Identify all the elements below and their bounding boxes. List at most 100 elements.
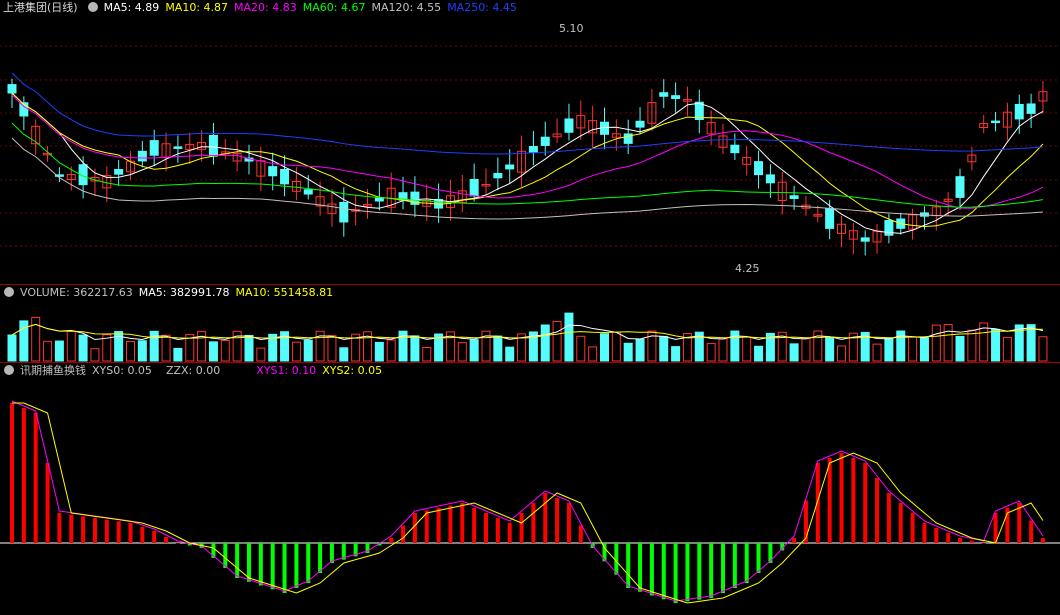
volume-bar (54, 340, 64, 362)
volume-bar (540, 324, 550, 362)
down-candle (469, 178, 479, 197)
volume-bar (825, 336, 835, 362)
positive-bar (164, 537, 169, 543)
vol-ma10-label: MA10: 551458.81 (235, 286, 334, 299)
down-candle (991, 120, 1001, 124)
indicator-panel[interactable]: 讯期捕鱼换钱 XYS0: 0.05 ZZX: 0.00 XYS1: 0.10 XYS2:… (0, 363, 1060, 615)
volume-bar (208, 341, 218, 362)
volume-bar (161, 334, 171, 362)
candlestick-chart[interactable]: 5.10 4.25 (0, 0, 1060, 285)
volume-bar (505, 346, 515, 362)
down-candle (789, 195, 799, 199)
positive-bar (401, 525, 406, 543)
negative-bar (318, 543, 323, 573)
positive-bar (495, 518, 500, 543)
positive-bar (21, 408, 26, 543)
indicator-title: 讯期捕鱼换钱 (20, 364, 86, 377)
ma60-line (11, 122, 1044, 208)
high-price-label: 5.10 (559, 22, 584, 35)
volume-bar (919, 337, 929, 362)
positive-bar (484, 513, 488, 543)
positive-bar (152, 531, 157, 543)
stock-title: 上港集团(日线) (3, 1, 78, 14)
negative-bar (721, 543, 725, 593)
down-candle (208, 134, 218, 157)
negative-bar (638, 543, 643, 592)
volume-bar (173, 347, 183, 362)
positive-bar (958, 538, 962, 543)
positive-bar (519, 513, 524, 543)
negative-bar (685, 543, 690, 602)
down-candle (303, 189, 313, 195)
down-candle (825, 207, 835, 229)
negative-bar (661, 543, 666, 600)
volume-bar (908, 336, 918, 362)
positive-bar (45, 463, 50, 543)
positive-bar (875, 478, 880, 543)
volume-bar (588, 346, 598, 362)
volume-bar (600, 333, 609, 362)
volume-bar (137, 340, 147, 362)
negative-bar (732, 543, 737, 588)
down-candle (114, 169, 124, 175)
volume-bar (43, 340, 53, 362)
negative-bar (744, 543, 749, 583)
volume-bar (1002, 336, 1012, 362)
down-candle (659, 92, 669, 97)
positive-bar (472, 508, 477, 543)
volume-settings-circle-icon[interactable] (4, 287, 14, 297)
positive-bar (10, 403, 14, 543)
volume-bar (469, 339, 479, 362)
positive-bar (128, 523, 133, 543)
positive-bar (175, 543, 180, 544)
positive-bar (460, 503, 465, 543)
volume-panel[interactable]: VOLUME: 362217.63 MA5: 382991.78 MA10: 551… (0, 285, 1060, 363)
volume-bar (493, 335, 503, 362)
positive-bar (389, 538, 394, 543)
down-candle (955, 176, 965, 198)
price-panel[interactable]: 上港集团(日线) MA5: 4.89 MA10: 4.87 MA20: 4.83 MA6… (0, 0, 1060, 285)
positive-bar (981, 543, 986, 544)
negative-bar (673, 543, 678, 603)
positive-bar (922, 523, 927, 543)
volume-bar (339, 347, 349, 362)
down-candle (730, 144, 740, 154)
ma120-label: MA120: 4.55 (371, 1, 442, 14)
positive-bar (1029, 520, 1034, 543)
volume-bar (564, 312, 574, 362)
ma60-label: MA60: 4.67 (302, 1, 366, 14)
down-candle (1014, 103, 1024, 120)
positive-bar (412, 513, 417, 543)
oscillator-chart[interactable] (0, 363, 1060, 615)
settings-circle-icon[interactable] (87, 2, 98, 12)
volume-title: VOLUME: 362217.63 (20, 286, 133, 299)
positive-bar (424, 510, 429, 543)
down-candle (540, 136, 550, 146)
volume-bar (291, 341, 301, 362)
volume-bar (967, 329, 977, 362)
volume-bar (801, 338, 811, 362)
down-candle (564, 118, 574, 133)
positive-bar (33, 413, 38, 543)
xys1-label: XYS1: 0.10 (256, 364, 317, 377)
ma20-line (11, 94, 1044, 209)
down-candle (173, 146, 183, 149)
volume-bar (90, 348, 100, 362)
volume-bar (943, 324, 953, 362)
volume-bar (386, 339, 396, 362)
positive-bar (863, 463, 868, 543)
negative-bar (294, 543, 299, 588)
positive-bar (69, 514, 74, 543)
volume-bar (374, 341, 384, 362)
down-candle (1026, 103, 1036, 114)
negative-bar (282, 543, 287, 593)
indicator-settings-circle-icon[interactable] (4, 365, 14, 375)
volume-bar (552, 320, 562, 362)
volume-bar (754, 345, 764, 362)
down-candle (671, 95, 681, 100)
negative-bar (235, 543, 240, 578)
down-candle (137, 150, 147, 162)
volume-bar (457, 342, 467, 362)
positive-bar (898, 503, 903, 543)
positive-bar (946, 533, 951, 543)
